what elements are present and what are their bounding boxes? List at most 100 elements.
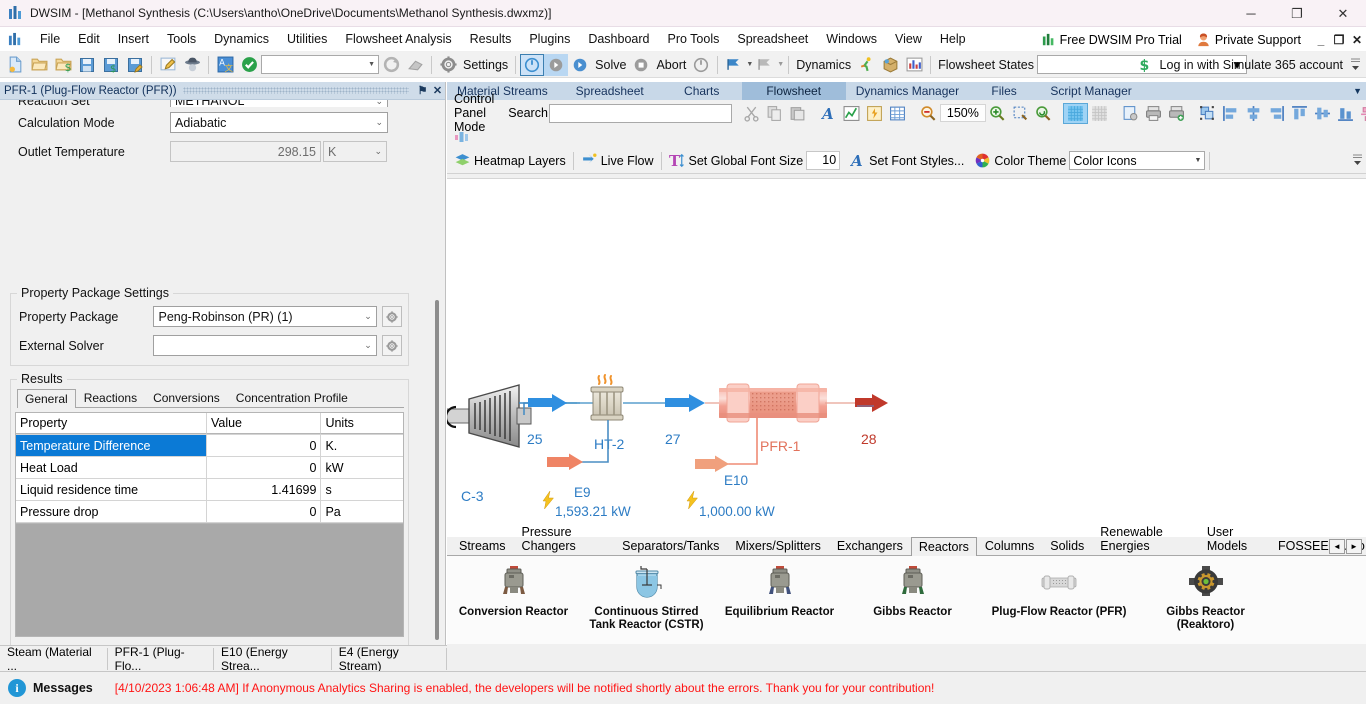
table-row[interactable]: Pressure drop 0 Pa	[16, 501, 403, 523]
reset-power-button[interactable]	[689, 54, 713, 76]
mdi-close-button[interactable]: ✕	[1348, 33, 1366, 47]
drag-handle[interactable]	[182, 87, 409, 94]
table-button[interactable]	[886, 103, 909, 124]
tab-conversions[interactable]: Conversions	[145, 388, 228, 407]
save-to-cloud-button[interactable]: $	[99, 54, 123, 76]
mdi-restore-button[interactable]: ❐	[1330, 33, 1348, 47]
cell-value[interactable]: 1.41699	[207, 479, 322, 500]
table-row[interactable]: Liquid residence time 1.41699 s	[16, 479, 403, 501]
cell-value[interactable]: 0	[207, 457, 322, 478]
palette-tab-user-models[interactable]: User Models	[1199, 522, 1270, 555]
palette-item-gibbs-reaktoro[interactable]: Gibbs Reactor (Reaktoro)	[1139, 556, 1272, 632]
palette-scroll-prev-button[interactable]: ◄	[1329, 539, 1345, 554]
menu-item-dashboard[interactable]: Dashboard	[579, 29, 658, 49]
set-font-styles-button[interactable]: A Set Font Styles...	[846, 150, 967, 171]
external-solver-settings-button[interactable]	[381, 335, 402, 356]
zoom-level-display[interactable]: 150%	[939, 104, 986, 122]
set-global-font-size-button[interactable]: T Set Global Font Size	[666, 150, 807, 171]
menu-item-file[interactable]: File	[31, 29, 69, 49]
dynamics-package-button[interactable]	[878, 54, 902, 76]
chart-button[interactable]	[840, 103, 863, 124]
bottom-tab-e4[interactable]: E4 (Energy Stream)	[332, 645, 447, 673]
palette-tab-columns[interactable]: Columns	[977, 536, 1042, 555]
palette-scroll-next-button[interactable]: ►	[1346, 539, 1362, 554]
property-package-combo[interactable]: Peng-Robinson (PR) (1) ⌄	[153, 306, 377, 327]
align-bottom-button[interactable]	[1334, 103, 1357, 124]
font-size-input[interactable]: 10	[806, 151, 841, 170]
palette-tab-mixers-splitters[interactable]: Mixers/Splitters	[727, 536, 828, 555]
align-center-horizontal-button[interactable]	[1242, 103, 1265, 124]
private-support-button[interactable]: Private Support	[1189, 30, 1308, 49]
menu-item-utilities[interactable]: Utilities	[278, 29, 336, 49]
tab-concentration-profile[interactable]: Concentration Profile	[228, 388, 356, 407]
bottom-tab-e10[interactable]: E10 (Energy Strea...	[214, 645, 332, 673]
grid-toggle-button[interactable]	[1062, 102, 1088, 124]
mdi-minimize-button[interactable]: _	[1312, 33, 1330, 47]
stream-27[interactable]	[623, 394, 722, 412]
doc-tab-flowsheet[interactable]: Flowsheet	[741, 82, 846, 100]
print-preview-button[interactable]	[1119, 103, 1142, 124]
open-file-button[interactable]	[27, 54, 51, 76]
solve-power-button[interactable]	[520, 53, 545, 76]
edit-button[interactable]	[156, 54, 180, 76]
cell-value[interactable]: 0	[207, 435, 322, 456]
menu-item-results[interactable]: Results	[461, 29, 521, 49]
validate-button[interactable]	[237, 54, 261, 76]
palette-tab-pressure-changers[interactable]: Pressure Changers	[514, 522, 615, 555]
dynamics-chart-button[interactable]	[902, 54, 926, 76]
group-objects-button[interactable]	[1196, 103, 1219, 124]
toolbar-overflow-icon[interactable]	[1350, 55, 1361, 75]
bottom-tab-pfr1[interactable]: PFR-1 (Plug-Flo...	[108, 645, 215, 673]
toolbar-combo[interactable]: ▼	[261, 55, 379, 74]
toolbar-overflow-button[interactable]	[1352, 152, 1363, 170]
new-file-button[interactable]	[3, 54, 27, 76]
login-simulate365-button[interactable]: Log in with Simulate 365 account	[1157, 58, 1346, 72]
menu-item-windows[interactable]: Windows	[817, 29, 886, 49]
abort-stop-button[interactable]	[629, 54, 653, 76]
menu-item-insert[interactable]: Insert	[109, 29, 158, 49]
zoom-fit-button[interactable]	[1009, 103, 1032, 124]
free-dwsim-pro-trial-button[interactable]: Free DWSIM Pro Trial	[1035, 31, 1189, 49]
scrollbar-thumb[interactable]	[435, 300, 439, 640]
live-flow-button[interactable]: Live Flow	[578, 150, 657, 171]
settings-label[interactable]: Settings	[460, 58, 511, 72]
window-maximize-button[interactable]: ❐	[1274, 0, 1320, 27]
block-pfr-1[interactable]	[719, 383, 827, 423]
menu-item-dynamics[interactable]: Dynamics	[205, 29, 278, 49]
print-export-button[interactable]	[1165, 103, 1188, 124]
doc-tab-files[interactable]: Files	[969, 82, 1039, 100]
tab-reactions[interactable]: Reactions	[76, 388, 145, 407]
heatmap-layers-button[interactable]: Heatmap Layers	[451, 150, 569, 171]
menu-item-view[interactable]: View	[886, 29, 931, 49]
palette-tab-renewable-energies[interactable]: Renewable Energies	[1092, 522, 1199, 555]
flowsheet-diagram[interactable]: C-3 25 HT-2 E9 1,593.21 kW 27 PFR-1 E10 …	[447, 179, 1366, 537]
settings-button[interactable]	[436, 54, 460, 76]
dynamics-export-dropdown-icon[interactable]: ▼	[777, 61, 784, 68]
block-compressor-c3[interactable]	[447, 384, 532, 448]
palette-tab-solids[interactable]: Solids	[1042, 536, 1092, 555]
palette-item-gibbs-reactor[interactable]: Gibbs Reactor	[846, 556, 979, 619]
property-package-settings-button[interactable]	[381, 306, 402, 327]
control-panel-mode-button[interactable]: Control Panel Mode	[451, 92, 497, 134]
save-as-button[interactable]	[123, 54, 147, 76]
cleanup-button[interactable]	[403, 54, 427, 76]
zoom-out-button[interactable]	[917, 103, 940, 124]
refresh-button[interactable]	[379, 54, 403, 76]
palette-item-cstr[interactable]: Continuous Stirred Tank Reactor (CSTR)	[580, 556, 713, 632]
doc-tab-dynamics-manager[interactable]: Dynamics Manager	[846, 82, 969, 100]
stream-28[interactable]	[825, 394, 888, 412]
tab-general[interactable]: General	[17, 389, 76, 408]
align-top-button[interactable]	[1288, 103, 1311, 124]
menu-item-tools[interactable]: Tools	[158, 29, 205, 49]
menu-item-plugins[interactable]: Plugins	[520, 29, 579, 49]
dynamics-import-dropdown-icon[interactable]: ▼	[746, 61, 753, 68]
inspector-button[interactable]	[180, 54, 204, 76]
cell-value[interactable]: 0	[207, 501, 322, 522]
palette-item-pfr[interactable]: Plug-Flow Reactor (PFR)	[979, 556, 1139, 619]
abort-label[interactable]: Abort	[653, 58, 689, 72]
menu-item-spreadsheet[interactable]: Spreadsheet	[728, 29, 817, 49]
cut-button[interactable]	[740, 103, 763, 124]
window-minimize-button[interactable]: ─	[1228, 0, 1274, 27]
menu-item-help[interactable]: Help	[931, 29, 975, 49]
open-from-cloud-button[interactable]: $	[51, 54, 75, 76]
